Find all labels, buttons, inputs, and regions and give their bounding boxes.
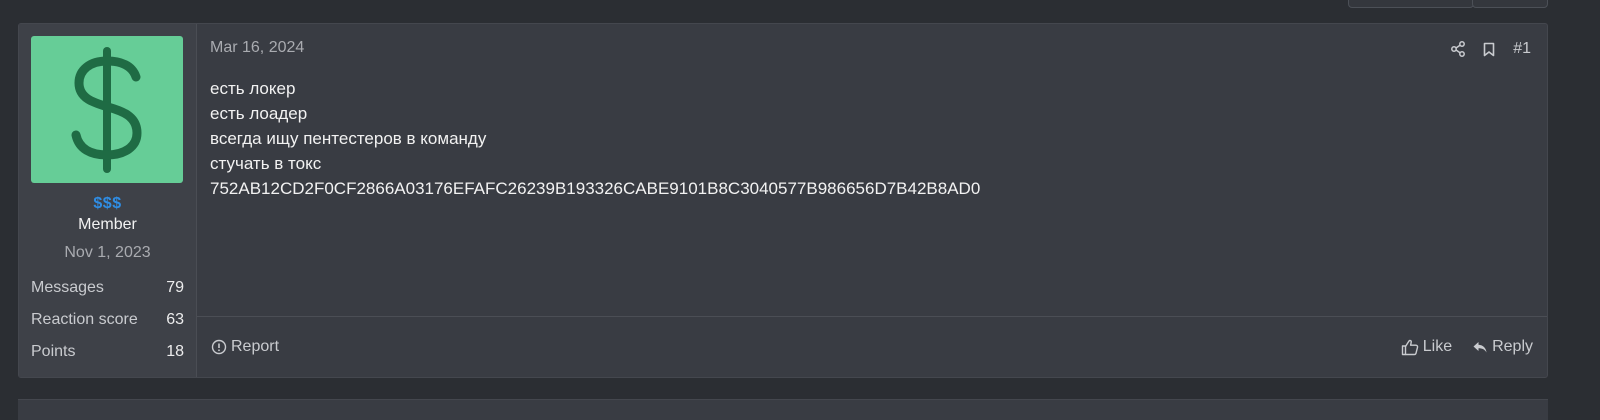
user-stats: Messages 79 Reaction score 63 Points 18 xyxy=(31,272,184,368)
report-label: Report xyxy=(231,338,280,355)
stat-value: 18 xyxy=(166,343,184,360)
thumbs-up-icon xyxy=(1401,339,1418,355)
stat-messages: Messages 79 xyxy=(31,272,184,304)
post-body-line: 752AB12CD2F0CF2866A03176EFAFC26239B19332… xyxy=(210,179,981,198)
stat-label: Messages xyxy=(31,279,104,296)
reply-icon xyxy=(1473,342,1487,353)
reply-button[interactable]: Reply xyxy=(1472,338,1533,356)
top-button-right[interactable] xyxy=(1472,0,1548,8)
message-post: $$$ Member Nov 1, 2023 Messages 79 React… xyxy=(18,23,1548,378)
footer-actions: Like Reply xyxy=(1401,338,1533,356)
report-icon xyxy=(211,339,227,355)
post-body: есть локер есть лоадер всегда ищу пентес… xyxy=(210,76,980,201)
like-label: Like xyxy=(1422,338,1453,355)
bookmark-icon[interactable] xyxy=(1483,42,1495,57)
post-main: Mar 16, 2024 #1 есть локер есть лоадер в… xyxy=(197,24,1547,377)
dollar-sign-icon xyxy=(71,46,142,173)
report-button[interactable]: Report xyxy=(211,338,279,356)
stat-value: 79 xyxy=(166,279,184,296)
user-title: Member xyxy=(78,216,137,233)
user-sidebar: $$$ Member Nov 1, 2023 Messages 79 React… xyxy=(19,24,197,377)
like-button[interactable]: Like xyxy=(1401,338,1452,356)
top-button-left[interactable] xyxy=(1348,0,1474,8)
username-link[interactable]: $$$ xyxy=(31,195,184,213)
post-footer: Report Like Reply xyxy=(197,316,1547,377)
post-body-line: есть лоадер xyxy=(210,104,308,123)
stat-points: Points 18 xyxy=(31,336,184,368)
post-date[interactable]: Mar 16, 2024 xyxy=(210,39,304,57)
post-body-line: стучать в токс xyxy=(210,154,322,173)
avatar[interactable] xyxy=(31,36,183,183)
join-date: Nov 1, 2023 xyxy=(64,244,151,261)
share-icon[interactable] xyxy=(1451,41,1466,57)
post-actions: #1 xyxy=(1451,40,1531,58)
stat-value: 63 xyxy=(166,311,184,328)
stat-reaction-score: Reaction score 63 xyxy=(31,304,184,336)
post-body-line: есть локер xyxy=(210,79,296,98)
next-post-edge xyxy=(18,399,1548,420)
reply-label: Reply xyxy=(1492,338,1533,355)
post-number-link[interactable]: #1 xyxy=(1513,40,1531,58)
stat-label: Points xyxy=(31,343,76,360)
stat-label: Reaction score xyxy=(31,311,138,328)
post-body-line: всегда ищу пентестеров в команду xyxy=(210,129,487,148)
